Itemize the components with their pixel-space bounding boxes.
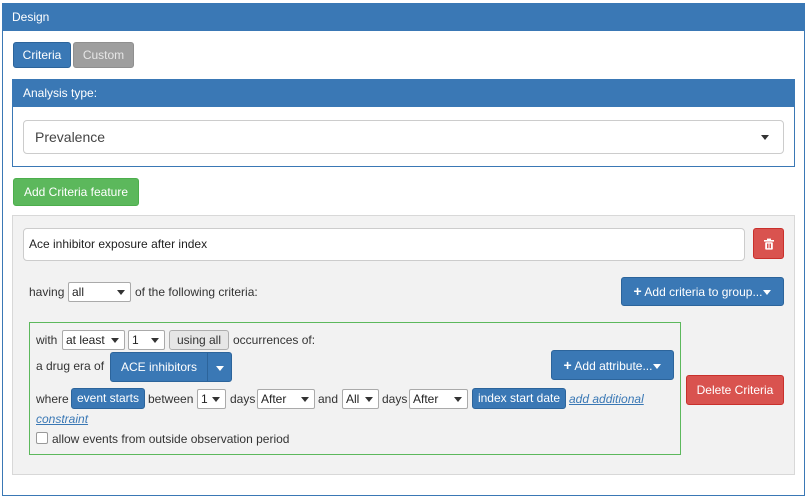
start-direction-select[interactable]: After — [257, 389, 315, 409]
occurrence-type-value: at least — [66, 333, 105, 347]
having-label: having — [29, 285, 65, 299]
trash-icon — [763, 238, 774, 250]
plus-icon: + — [633, 283, 642, 299]
end-direction-value: After — [413, 392, 439, 406]
chevron-down-icon — [763, 290, 772, 296]
chevron-down-icon — [216, 366, 224, 371]
concept-set-dropdown-toggle[interactable] — [207, 352, 232, 382]
feature-name-input[interactable]: Ace inhibitor exposure after index — [23, 228, 745, 261]
end-direction-select[interactable]: After — [409, 389, 468, 409]
occurrence-type-select[interactable]: at least — [62, 330, 125, 350]
using-all-button[interactable]: using all — [169, 330, 229, 350]
add-constraint-link-cont[interactable]: constraint — [36, 411, 88, 427]
drug-era-label: a drug era of — [36, 359, 105, 373]
end-days-value: All — [346, 392, 360, 406]
add-criteria-to-group-button[interactable]: + Add criteria to group... — [621, 277, 784, 306]
concept-set-button[interactable]: ACE inhibitors — [110, 352, 208, 382]
index-start-date-button[interactable]: index start date — [472, 388, 566, 409]
allow-events-label: allow events from outside observation pe… — [52, 432, 290, 446]
add-attribute-button[interactable]: + Add attribute... — [551, 350, 674, 380]
between-label: between — [148, 392, 194, 406]
start-days-select[interactable]: 1 — [197, 389, 226, 409]
chevron-down-icon — [212, 397, 220, 402]
delete-criteria-button[interactable]: Delete Criteria — [686, 375, 784, 405]
where-label: where — [36, 392, 69, 406]
days-label-2: days — [382, 392, 408, 406]
chevron-down-icon — [301, 397, 309, 402]
days-label: days — [230, 392, 256, 406]
tab-custom[interactable]: Custom — [73, 42, 134, 68]
end-days-select[interactable]: All — [342, 389, 379, 409]
tab-criteria[interactable]: Criteria — [13, 42, 71, 68]
analysis-type-heading: Analysis type: — [12, 79, 795, 107]
start-days-value: 1 — [201, 392, 208, 406]
and-label: and — [318, 392, 339, 406]
chevron-down-icon — [761, 135, 769, 140]
having-value: all — [72, 285, 85, 299]
occurrence-count-select[interactable]: 1 — [128, 330, 165, 350]
having-select[interactable]: all — [68, 282, 131, 302]
add-criteria-feature-button[interactable]: Add Criteria feature — [13, 178, 139, 206]
chevron-down-icon — [653, 364, 662, 370]
add-attribute-label: Add attribute... — [574, 359, 653, 373]
analysis-type-select[interactable]: Prevalence — [23, 120, 784, 154]
chevron-down-icon — [111, 338, 119, 343]
chevron-down-icon — [454, 397, 462, 402]
analysis-type-value: Prevalence — [35, 129, 106, 145]
event-starts-button[interactable]: event starts — [71, 388, 145, 409]
of-following-label: of the following criteria: — [135, 285, 258, 299]
with-label: with — [36, 333, 58, 347]
occurrence-count-value: 1 — [132, 333, 139, 347]
start-direction-value: After — [261, 392, 287, 406]
plus-icon: + — [563, 357, 572, 373]
occurrences-of-label: occurrences of: — [233, 333, 316, 347]
add-constraint-link[interactable]: add additional — [569, 391, 644, 407]
add-criteria-to-group-label: Add criteria to group... — [644, 285, 763, 299]
chevron-down-icon — [117, 290, 125, 295]
delete-feature-button[interactable] — [753, 228, 784, 259]
chevron-down-icon — [151, 338, 159, 343]
chevron-down-icon — [365, 397, 373, 402]
allow-events-checkbox[interactable] — [36, 432, 48, 444]
design-panel-heading: Design — [2, 3, 805, 31]
